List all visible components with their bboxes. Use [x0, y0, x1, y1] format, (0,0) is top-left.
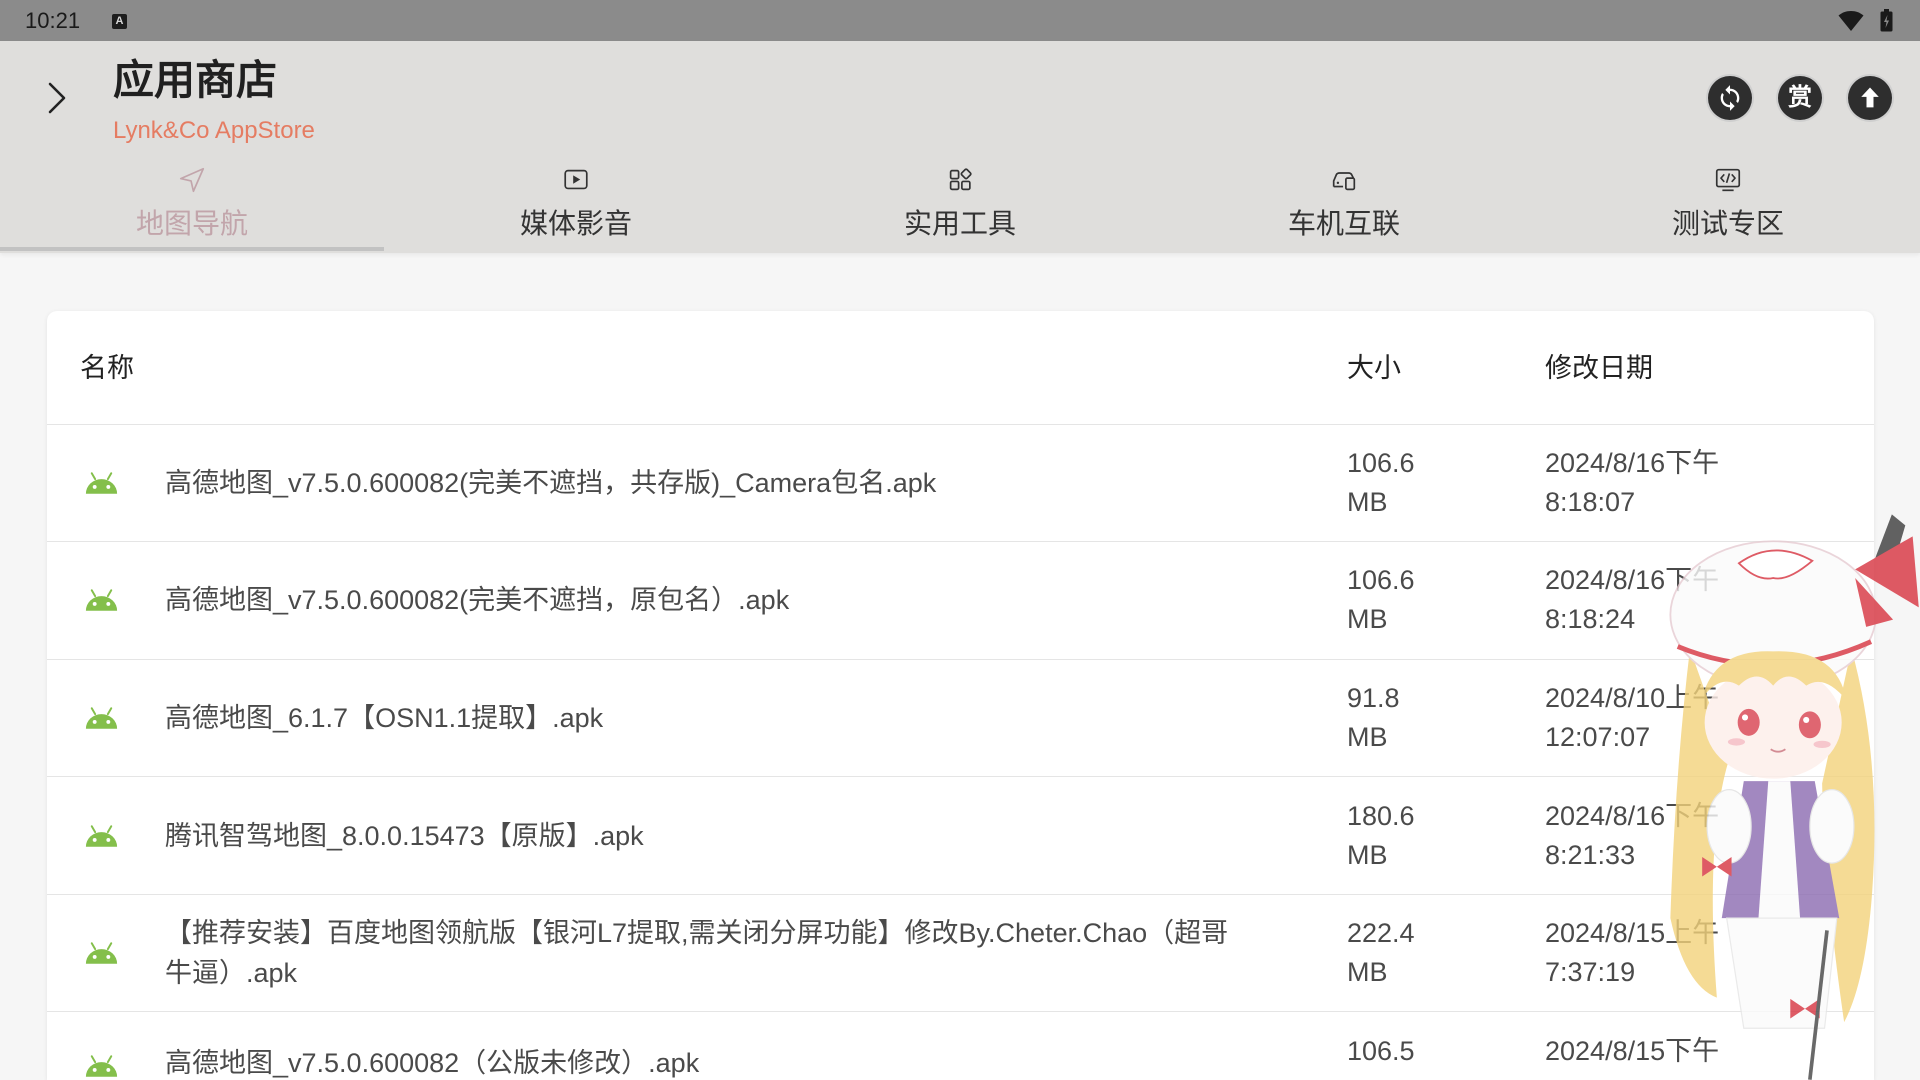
column-size-header: 大小 — [1347, 352, 1401, 383]
android-icon — [82, 824, 121, 848]
file-size-value: 180.6 — [1347, 800, 1415, 831]
file-size-value: 106.6 — [1347, 565, 1415, 596]
file-row[interactable]: 【推荐安装】百度地图领航版【银河L7提取,需关闭分屏功能】修改By.Cheter… — [47, 893, 1874, 1012]
file-size-value: 222.4 — [1347, 918, 1415, 949]
chevron-right-icon[interactable] — [45, 79, 69, 117]
status-bar: 10:21 A — [0, 0, 1920, 41]
file-size-unit: MB — [1347, 839, 1388, 870]
grid-icon — [949, 168, 972, 191]
file-modified: 2024/8/16下午 8:18:24 — [1545, 561, 1845, 639]
reward-icon: 赏 — [1788, 84, 1812, 111]
android-icon — [82, 1054, 121, 1078]
file-row[interactable]: 腾讯智驾地图_8.0.0.15473【原版】.apk 180.6 MB 2024… — [47, 776, 1874, 894]
tab-map-navigation[interactable]: 地图导航 — [0, 159, 384, 253]
file-size: 91.8 MB — [1347, 679, 1517, 757]
file-name: 高德地图_v7.5.0.600082(完美不遮挡，共存版)_Camera包名.a… — [165, 467, 937, 498]
file-modified: 2024/8/16下午 8:21:33 — [1545, 797, 1845, 875]
file-modified: 2024/8/15下午 — [1545, 1032, 1845, 1071]
file-modified: 2024/8/10上午 12:07:07 — [1545, 679, 1845, 757]
app-root: 10:21 A 应用商店 Lynk&Co AppStore 赏 地图导航 媒体影… — [0, 0, 1920, 1080]
column-name-header: 名称 — [80, 352, 134, 383]
file-size-unit: MB — [1347, 486, 1388, 517]
app-header: 应用商店 Lynk&Co AppStore 赏 地图导航 媒体影音 实用工具 车… — [0, 41, 1920, 253]
file-size-unit: MB — [1347, 957, 1388, 988]
file-name: 【推荐安装】百度地图领航版【银河L7提取,需关闭分屏功能】修改By.Cheter… — [165, 918, 1229, 989]
file-modified: 2024/8/15上午 7:37:19 — [1545, 914, 1845, 992]
file-modified-time: 8:21:33 — [1545, 839, 1636, 870]
file-modified-time: 8:18:07 — [1545, 486, 1636, 517]
play-icon — [564, 169, 588, 190]
file-size: 106.6 MB — [1347, 444, 1517, 522]
file-modified: 2024/8/16下午 8:18:07 — [1545, 444, 1845, 522]
notification-a-label: A — [115, 15, 124, 27]
refresh-icon — [1720, 85, 1740, 111]
file-size: 180.6 MB — [1347, 797, 1517, 875]
column-modified-header: 修改日期 — [1545, 352, 1653, 383]
page-title: 应用商店 — [113, 57, 277, 103]
upload-button[interactable] — [1848, 76, 1892, 120]
file-modified-date: 2024/8/15上午 — [1545, 918, 1720, 949]
file-size-unit: MB — [1347, 604, 1388, 635]
android-icon — [82, 588, 121, 612]
tab-label: 实用工具 — [903, 208, 1016, 239]
file-size-value: 91.8 — [1347, 683, 1400, 714]
file-row[interactable]: 高德地图_v7.5.0.600082（公版未修改）.apk 106.5 2024… — [47, 1011, 1874, 1080]
file-name: 高德地图_v7.5.0.600082(完美不遮挡，原包名）.apk — [165, 585, 790, 616]
upload-icon — [1861, 87, 1879, 108]
file-list: 名称 大小 修改日期 高德地图_v7.5.0.600082(完美不遮挡，共存版)… — [47, 311, 1874, 1080]
file-modified-time: 7:37:19 — [1545, 957, 1636, 988]
file-modified-date: 2024/8/16下午 — [1545, 565, 1720, 596]
navigation-icon — [179, 167, 205, 193]
file-modified-date: 2024/8/10上午 — [1545, 683, 1720, 714]
tab-tools[interactable]: 实用工具 — [768, 159, 1152, 253]
tab-label: 测试专区 — [1671, 208, 1784, 239]
file-row[interactable]: 高德地图_6.1.7【OSN1.1提取】.apk 91.8 MB 2024/8/… — [47, 658, 1874, 777]
file-name: 高德地图_6.1.7【OSN1.1提取】.apk — [165, 703, 604, 734]
reward-button[interactable]: 赏 — [1778, 76, 1822, 120]
refresh-button[interactable] — [1708, 76, 1752, 120]
status-time: 10:21 — [25, 8, 81, 33]
battery-icon — [1880, 9, 1893, 32]
file-size: 222.4 MB — [1347, 914, 1517, 992]
file-size-value: 106.6 — [1347, 447, 1415, 478]
tab-media[interactable]: 媒体影音 — [384, 159, 768, 253]
tab-testing[interactable]: 测试专区 — [1536, 159, 1920, 253]
wifi-icon — [1838, 11, 1864, 31]
file-name: 高德地图_v7.5.0.600082（公版未修改）.apk — [165, 1048, 700, 1079]
code-icon — [1715, 168, 1741, 192]
file-row[interactable]: 高德地图_v7.5.0.600082(完美不遮挡，共存版)_Camera包名.a… — [47, 423, 1874, 542]
android-icon — [82, 471, 121, 495]
file-modified-time: 8:18:24 — [1545, 604, 1636, 635]
tab-label: 地图导航 — [135, 208, 248, 239]
car-connect-icon — [1332, 172, 1356, 191]
page-subtitle: Lynk&Co AppStore — [113, 117, 315, 144]
tab-car-connect[interactable]: 车机互联 — [1152, 159, 1536, 253]
file-modified-date: 2024/8/15下午 — [1545, 1036, 1720, 1067]
tab-label: 车机互联 — [1287, 208, 1400, 239]
list-header: 名称 大小 修改日期 — [47, 311, 1874, 424]
file-modified-date: 2024/8/16下午 — [1545, 800, 1720, 831]
file-modified-time: 12:07:07 — [1545, 722, 1651, 753]
category-tabs: 地图导航 媒体影音 实用工具 车机互联 测试专区 — [0, 159, 1920, 253]
notification-a-icon: A — [112, 14, 127, 29]
tab-label: 媒体影音 — [519, 208, 632, 239]
android-icon — [82, 706, 121, 730]
file-size-unit: MB — [1347, 722, 1388, 753]
android-icon — [82, 941, 121, 965]
file-size-value: 106.5 — [1347, 1036, 1415, 1067]
file-size: 106.6 MB — [1347, 561, 1517, 639]
file-size: 106.5 — [1347, 1032, 1517, 1071]
tab-selected-indicator — [0, 247, 384, 251]
file-modified-date: 2024/8/16下午 — [1545, 447, 1720, 478]
file-name: 腾讯智驾地图_8.0.0.15473【原版】.apk — [165, 820, 644, 851]
file-row[interactable]: 高德地图_v7.5.0.600082(完美不遮挡，原包名）.apk 106.6 … — [47, 541, 1874, 659]
